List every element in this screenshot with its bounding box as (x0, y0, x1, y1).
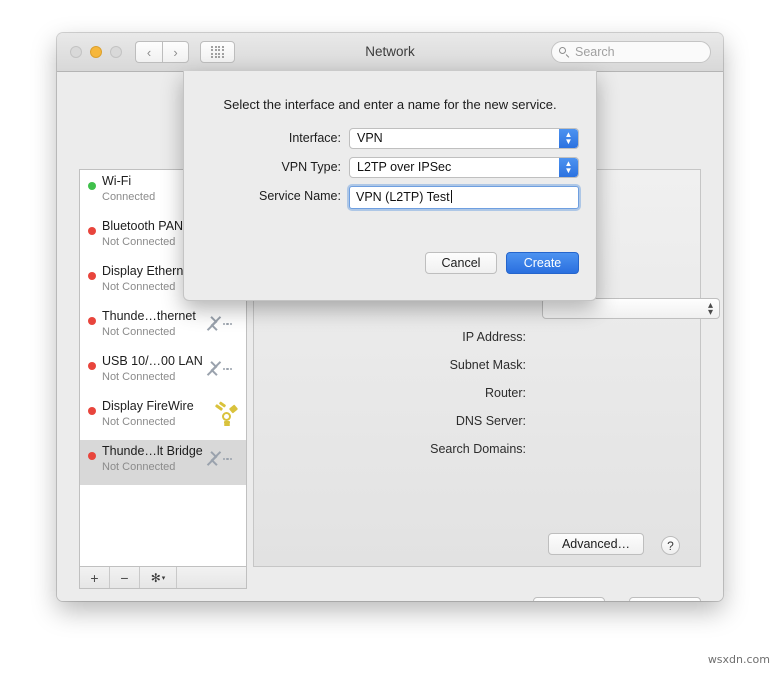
network-preferences-window: ‹ › Network Search Wi-Fi Connected Bluet… (57, 33, 723, 601)
toolbar-filler (177, 567, 246, 588)
configure-popup-button[interactable]: ▴ ▾ (542, 298, 720, 319)
router-label: Router: (485, 386, 526, 400)
ip-address-label: IP Address: (462, 330, 526, 344)
list-item[interactable]: Thunde…thernet Not Connected (80, 305, 246, 350)
minus-icon: − (120, 569, 129, 586)
interface-label: Interface: (288, 131, 341, 145)
service-name-label: Service Name: (259, 189, 341, 203)
updown-arrows-icon: ▲ ▼ (559, 158, 578, 177)
cancel-button[interactable]: Cancel (425, 252, 497, 274)
advanced-button[interactable]: Advanced… (548, 533, 644, 555)
ethernet-icon (202, 314, 240, 334)
list-item[interactable]: USB 10/…00 LAN Not Connected (80, 350, 246, 395)
status-dot-icon (88, 272, 96, 280)
revert-button[interactable]: Revert (533, 597, 605, 601)
service-name-input[interactable]: VPN (L2TP) Test (349, 186, 579, 209)
subnet-mask-label: Subnet Mask: (449, 358, 526, 372)
updown-arrows-icon: ▴ ▾ (707, 300, 713, 318)
vpn-type-value: L2TP over IPSec (357, 160, 452, 174)
gear-icon: ✻ (150, 570, 161, 585)
ethernet-icon (202, 359, 240, 379)
chevron-down-icon: ▾ (161, 574, 166, 582)
text-cursor (450, 190, 452, 203)
add-service-button[interactable]: + (80, 567, 110, 588)
create-button[interactable]: Create (506, 252, 579, 274)
status-dot-icon (88, 407, 96, 415)
list-item[interactable]: Thunde…lt Bridge Not Connected (80, 440, 246, 485)
updown-arrows-icon: ▲ ▼ (559, 129, 578, 148)
sheet-title: Select the interface and enter a name fo… (223, 97, 557, 112)
service-actions-menu-button[interactable]: ✻ ▾ (140, 567, 177, 588)
search-placeholder: Search (575, 45, 615, 59)
window-titlebar: ‹ › Network Search (57, 33, 723, 72)
firewire-icon (214, 401, 240, 426)
help-button[interactable]: ? (661, 536, 680, 555)
watermark: wsxdn.com (707, 653, 770, 666)
services-list-toolbar: + − ✻ ▾ (79, 567, 247, 589)
search-domains-label: Search Domains: (430, 442, 526, 456)
interface-value: VPN (357, 131, 383, 145)
vpn-type-label: VPN Type: (281, 160, 341, 174)
plus-icon: + (90, 569, 99, 586)
status-dot-icon (88, 182, 96, 190)
remove-service-button[interactable]: − (110, 567, 140, 588)
interface-popup-button[interactable]: VPN ▲ ▼ (349, 128, 579, 149)
ethernet-icon (202, 449, 240, 469)
new-service-sheet: Select the interface and enter a name fo… (183, 71, 597, 301)
status-dot-icon (88, 227, 96, 235)
status-dot-icon (88, 362, 96, 370)
dns-server-label: DNS Server: (455, 414, 526, 428)
vpn-type-popup-button[interactable]: L2TP over IPSec ▲ ▼ (349, 157, 579, 178)
search-icon (559, 46, 570, 58)
status-dot-icon (88, 317, 96, 325)
status-dot-icon (88, 452, 96, 460)
apply-button[interactable]: Apply (629, 597, 701, 601)
list-item[interactable]: Display FireWire Not Connected (80, 395, 246, 440)
service-name-value: VPN (L2TP) Test (356, 190, 450, 204)
search-field[interactable]: Search (551, 41, 711, 63)
